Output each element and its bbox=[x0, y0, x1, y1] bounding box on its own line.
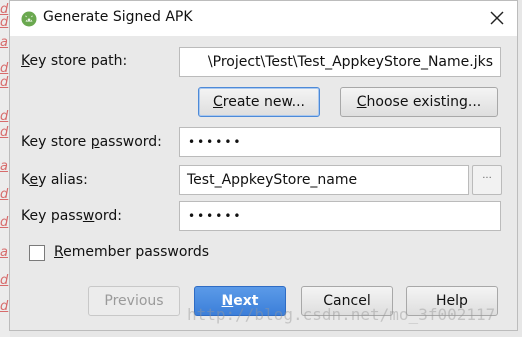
button-mnemonic: N bbox=[221, 293, 234, 309]
key-password-field[interactable]: •••••• bbox=[179, 201, 501, 231]
close-icon[interactable] bbox=[488, 9, 506, 27]
remember-passwords-checkbox[interactable] bbox=[29, 245, 45, 261]
key-password-label: Key password: bbox=[21, 208, 122, 224]
background-mark: d bbox=[0, 187, 9, 202]
key-store-path-label: Key store path: bbox=[21, 53, 127, 69]
dialog-title: Generate Signed APK bbox=[43, 9, 193, 25]
label-mnemonic: w bbox=[82, 208, 95, 224]
next-button[interactable]: Next bbox=[194, 286, 286, 316]
choose-existing-button[interactable]: Choose existing... bbox=[340, 87, 498, 117]
label-mnemonic: e bbox=[29, 172, 39, 188]
key-store-password-field[interactable]: •••••• bbox=[179, 127, 501, 157]
android-studio-icon bbox=[21, 11, 37, 27]
label-mnemonic: p bbox=[90, 134, 100, 150]
key-alias-label: Key alias: bbox=[21, 172, 88, 188]
remember-passwords-label[interactable]: Remember passwords bbox=[54, 244, 209, 260]
key-store-path-field[interactable]: \Project\Test\Test_AppkeyStore_Name.jks bbox=[179, 47, 501, 77]
previous-button[interactable]: Previous bbox=[88, 286, 180, 316]
background-mark: d bbox=[0, 299, 9, 314]
background-mark: d bbox=[0, 109, 9, 124]
background-mark: d bbox=[0, 75, 9, 90]
background-mark: d bbox=[0, 273, 9, 288]
key-store-password-label: Key store password: bbox=[21, 134, 162, 150]
label-text: emember passwords bbox=[63, 244, 210, 260]
label-mnemonic: R bbox=[54, 244, 64, 260]
key-store-path-value: \Project\Test\Test_AppkeyStore_Name.jks bbox=[207, 54, 493, 70]
cancel-button[interactable]: Cancel bbox=[301, 286, 393, 316]
label-text: ord: bbox=[94, 208, 123, 224]
background-mark: a bbox=[0, 35, 8, 50]
label-text: assword: bbox=[99, 134, 162, 150]
label-text: y alias: bbox=[38, 172, 88, 188]
background-mark: d bbox=[0, 61, 9, 76]
label-text: Key store bbox=[21, 134, 91, 150]
button-text: reate new... bbox=[222, 94, 305, 110]
create-new-button[interactable]: Create new... bbox=[198, 87, 320, 117]
background-mark: a bbox=[0, 245, 8, 260]
help-button[interactable]: Help bbox=[406, 286, 498, 316]
button-mnemonic: C bbox=[356, 94, 367, 110]
background-mark: d bbox=[0, 215, 9, 230]
key-alias-field[interactable]: Test_AppkeyStore_name bbox=[179, 165, 469, 195]
background-mark: a bbox=[0, 159, 8, 174]
dialog-titlebar: Generate Signed APK bbox=[10, 1, 517, 36]
browse-alias-button[interactable]: ··· bbox=[472, 165, 502, 195]
button-text: hoose existing... bbox=[366, 94, 482, 110]
button-text: ext bbox=[233, 293, 259, 309]
generate-signed-apk-dialog: Generate Signed APK Key store path: \Pro… bbox=[9, 0, 518, 331]
button-mnemonic: C bbox=[213, 94, 223, 110]
label-text: Key pass bbox=[21, 208, 83, 224]
background-mark: d bbox=[0, 15, 9, 30]
background-mark: d bbox=[0, 125, 9, 140]
label-text: ey store path: bbox=[29, 53, 128, 69]
